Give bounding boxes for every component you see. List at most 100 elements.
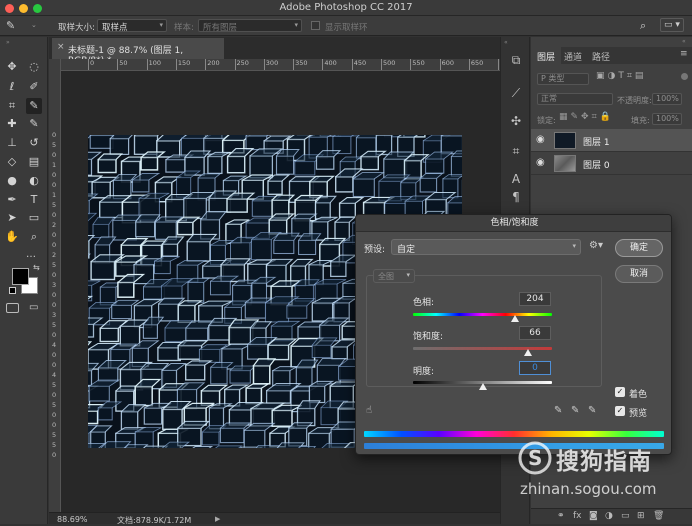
target-adjust-hand-icon[interactable]: ☝ <box>366 405 372 416</box>
ruler-tick-label: 0 <box>52 171 56 179</box>
sample-size-select[interactable]: 取样点▾ <box>97 19 167 32</box>
collapse-icon[interactable]: « <box>504 39 508 46</box>
colorize-checkbox[interactable]: ✓ <box>615 387 625 397</box>
blend-mode-select[interactable]: 正常 <box>537 93 613 105</box>
eyedropper-tool-preset-icon[interactable]: ✎ <box>6 19 15 32</box>
swap-colors-icon[interactable]: ⇆ <box>33 263 40 272</box>
filter-icons[interactable]: ▣◑T⌗▤ <box>596 71 646 81</box>
hue-slider-track[interactable] <box>413 313 552 316</box>
chevron-down-icon[interactable]: ⌄ <box>31 21 37 29</box>
ok-button[interactable]: 确定 <box>615 239 663 257</box>
kind-filter-select[interactable]: P 类型 <box>537 73 589 85</box>
preset-value: 自定 <box>397 245 415 255</box>
blur-tool-icon[interactable]: ● <box>4 173 20 189</box>
lasso-tool-icon[interactable]: ℓ <box>4 79 20 95</box>
preset-options-icon[interactable]: ⚙▾ <box>589 240 603 251</box>
character-panel-icon[interactable]: A <box>508 171 524 187</box>
plugin-panel-icon[interactable]: ✣ <box>508 113 524 129</box>
quick-selection-tool-icon[interactable]: ✐ <box>26 79 42 95</box>
quick-mask-icon[interactable] <box>6 303 19 313</box>
lightness-slider-thumb[interactable] <box>479 383 487 390</box>
show-ring-checkbox[interactable] <box>311 21 320 30</box>
layer-style-icon[interactable]: fx <box>573 511 582 521</box>
ruler-tick-label: 3 <box>52 311 56 319</box>
curves-panel-icon[interactable]: ⟋ <box>508 85 524 101</box>
eraser-tool-icon[interactable]: ◇ <box>4 154 20 170</box>
add-to-sample-eyedropper-icon[interactable]: ✎ <box>571 405 579 416</box>
lightness-value-field[interactable]: 0 <box>519 361 551 375</box>
preview-checkbox[interactable]: ✓ <box>615 406 625 416</box>
new-layer-icon[interactable]: ⊞ <box>637 511 645 521</box>
options-bar: ✎ ⌄ 取样大小: 取样点▾ 样本: 所有图层▾ 显示取样环 ⌕ ▭ ▾ <box>0 16 692 36</box>
brush-tool-icon[interactable]: ✎ <box>26 116 42 132</box>
sample-size-value: 取样点 <box>102 23 128 33</box>
cancel-button[interactable]: 取消 <box>615 265 663 283</box>
crop-tool-icon[interactable]: ⌗ <box>4 98 20 114</box>
group-icon[interactable]: ▭ <box>621 511 630 521</box>
add-mask-icon[interactable]: ◙ <box>589 511 598 521</box>
adjustment-layer-icon[interactable]: ◑ <box>605 511 613 521</box>
gradient-tool-icon[interactable]: ▤ <box>26 154 42 170</box>
document-tab[interactable]: × 未标题-1 @ 88.7% (图层 1, RGB/8*) * <box>52 38 224 59</box>
foreground-color-swatch[interactable] <box>12 268 29 285</box>
marquee-tool-icon[interactable]: ◌ <box>26 59 42 75</box>
visibility-eye-icon[interactable]: ◉ <box>536 134 545 145</box>
link-layers-icon[interactable]: ⚭ <box>557 511 565 521</box>
channel-select[interactable]: 全图▾ <box>373 269 415 283</box>
paragraph-panel-icon[interactable]: ¶ <box>508 189 524 205</box>
close-tab-icon[interactable]: × <box>57 42 65 52</box>
clone-stamp-tool-icon[interactable]: ⊥ <box>4 135 20 151</box>
output-spectrum-bar <box>364 443 664 449</box>
crop-panel-icon[interactable]: ⌗ <box>508 143 524 159</box>
more-tools-icon[interactable]: … <box>26 249 36 260</box>
opacity-field[interactable]: 100% <box>652 93 682 105</box>
collapse-icon[interactable]: « <box>682 38 686 45</box>
preset-select[interactable]: 自定▾ <box>391 239 581 255</box>
status-menu-arrow-icon[interactable]: ▶ <box>215 515 220 523</box>
screen-mode-icon[interactable]: ▭ <box>29 302 38 313</box>
search-icon[interactable]: ⌕ <box>640 19 646 33</box>
move-tool-icon[interactable]: ✥ <box>4 59 20 75</box>
path-selection-tool-icon[interactable]: ➤ <box>4 210 20 226</box>
fill-field[interactable]: 100% <box>652 113 682 125</box>
vertical-ruler[interactable]: 050100150200250300350400450500550 <box>49 59 61 512</box>
dialog-title[interactable]: 色相/饱和度 <box>356 215 672 232</box>
opacity-label: 不透明度: <box>617 95 652 106</box>
type-tool-icon[interactable]: T <box>26 192 42 208</box>
tab-layers[interactable]: 图层 <box>531 47 561 64</box>
horizontal-ruler[interactable]: 0501001502002503003504004505005506006507… <box>61 59 500 71</box>
visibility-eye-icon[interactable]: ◉ <box>536 157 545 168</box>
eyedropper-tool-icon[interactable]: ✎ <box>26 98 42 114</box>
tab-channels[interactable]: 通道 <box>558 47 588 64</box>
history-panel-icon[interactable]: ⧉ <box>508 52 524 68</box>
hue-slider-thumb[interactable] <box>511 315 519 322</box>
collapse-icon[interactable]: » <box>6 39 10 46</box>
panel-menu-icon[interactable]: ≡ <box>680 49 688 59</box>
delete-layer-icon[interactable]: 🗑 <box>653 511 664 521</box>
dodge-tool-icon[interactable]: ◐ <box>26 173 42 189</box>
healing-brush-tool-icon[interactable]: ✚ <box>4 116 20 132</box>
tab-paths[interactable]: 路径 <box>586 47 616 64</box>
pen-tool-icon[interactable]: ✒ <box>4 192 20 208</box>
colorize-label: 着色 <box>629 387 647 400</box>
saturation-slider-thumb[interactable] <box>524 349 532 356</box>
hand-tool-icon[interactable]: ✋ <box>4 229 20 245</box>
layer-row[interactable]: ◉ 图层 1 <box>531 129 692 152</box>
hue-value-field[interactable]: 204 <box>519 292 551 306</box>
filter-toggle-icon[interactable] <box>681 73 688 80</box>
layer-name[interactable]: 图层 1 <box>583 135 610 148</box>
zoom-level[interactable]: 88.69% <box>57 515 88 524</box>
eyedropper-icon[interactable]: ✎ <box>554 405 562 416</box>
saturation-value-field[interactable]: 66 <box>519 326 551 340</box>
zoom-tool-icon[interactable]: ⌕ <box>26 229 42 245</box>
history-brush-tool-icon[interactable]: ↺ <box>26 135 42 151</box>
workspace-switcher-button[interactable]: ▭ ▾ <box>660 18 684 32</box>
sample-select[interactable]: 所有图层▾ <box>198 19 302 32</box>
default-colors-icon[interactable] <box>9 287 16 294</box>
layer-name[interactable]: 图层 0 <box>583 158 610 171</box>
layer-row[interactable]: ◉ 图层 0 <box>531 152 692 175</box>
ruler-tick-label: 650 <box>469 59 483 71</box>
subtract-from-sample-eyedropper-icon[interactable]: ✎ <box>588 405 596 416</box>
lock-icons[interactable]: ▦✎✥⌗🔒 <box>559 112 614 122</box>
rectangle-tool-icon[interactable]: ▭ <box>26 210 42 226</box>
